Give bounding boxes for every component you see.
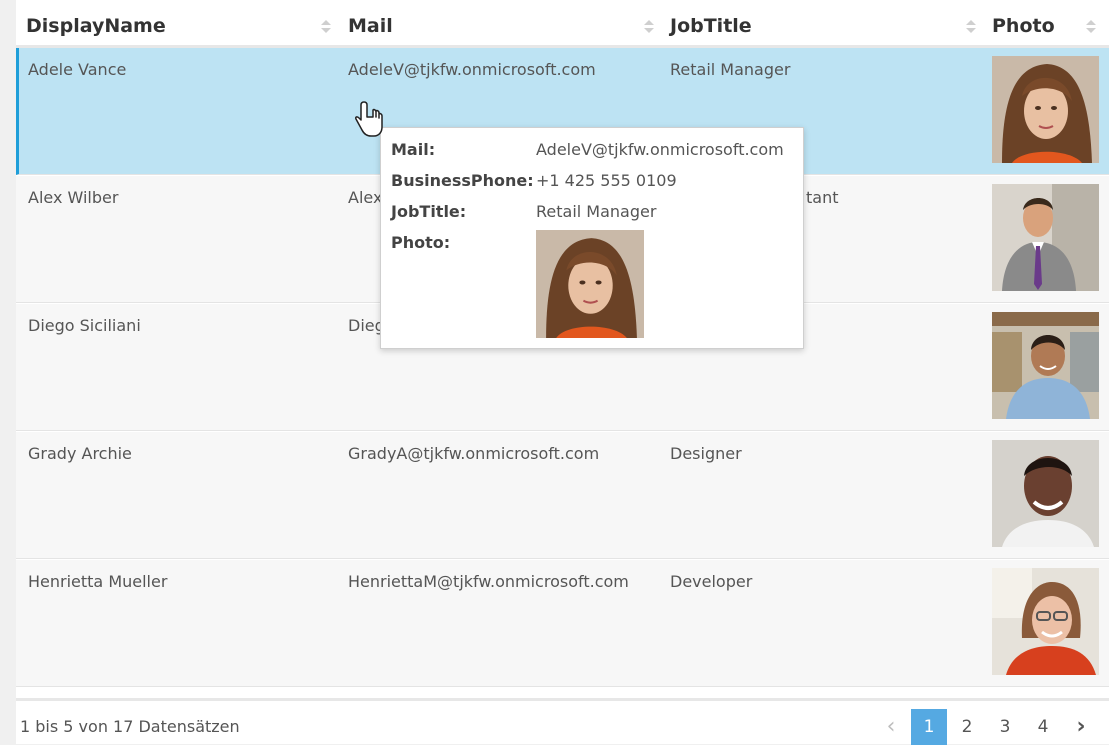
user-photo (992, 312, 1099, 419)
hand-cursor-icon (354, 100, 384, 138)
cell-displayname: Grady Archie (28, 444, 132, 463)
cell-mail: Alex (348, 188, 383, 207)
table-row[interactable]: Henrietta Mueller HenriettaM@tjkfw.onmic… (16, 560, 1109, 687)
cell-displayname: Diego Siciliani (28, 316, 141, 335)
tooltip-jobtitle-label: JobTitle: (391, 202, 467, 221)
page-2-button[interactable]: 2 (949, 709, 985, 745)
user-photo (992, 184, 1099, 291)
tooltip-jobtitle-value: Retail Manager (536, 202, 657, 221)
column-header-displayname[interactable]: DisplayName (16, 4, 336, 48)
column-header-label: Photo (992, 15, 1055, 37)
cell-displayname: Alex Wilber (28, 188, 119, 207)
user-grid: DisplayName Mail JobTitle Photo Adele Va… (16, 0, 1109, 745)
sort-icon[interactable] (321, 20, 331, 34)
cell-displayname: Adele Vance (28, 60, 127, 79)
grid-footer: 1 bis 5 von 17 Datensätzen ‹ 1 2 3 4 › (16, 698, 1109, 745)
user-photo (992, 56, 1099, 163)
chevron-left-icon[interactable]: ‹ (873, 709, 909, 745)
column-header-label: DisplayName (26, 15, 166, 37)
user-photo (992, 440, 1099, 547)
tooltip-photo (536, 230, 644, 338)
page-3-button[interactable]: 3 (987, 709, 1023, 745)
cell-jobtitle: Designer (670, 444, 742, 463)
column-header-photo[interactable]: Photo (982, 4, 1092, 48)
tooltip-mail-value: AdeleV@tjkfw.onmicrosoft.com (536, 140, 784, 159)
cell-mail: AdeleV@tjkfw.onmicrosoft.com (348, 60, 596, 79)
cell-mail: HenriettaM@tjkfw.onmicrosoft.com (348, 572, 629, 591)
chevron-right-icon[interactable]: › (1063, 709, 1099, 745)
column-header-label: Mail (348, 15, 393, 37)
tooltip-phone-value: +1 425 555 0109 (536, 171, 677, 190)
cell-jobtitle: tant (806, 188, 839, 207)
column-header-jobtitle[interactable]: JobTitle (660, 4, 980, 48)
page-4-button[interactable]: 4 (1025, 709, 1061, 745)
table-row[interactable]: Grady Archie GradyA@tjkfw.onmicrosoft.co… (16, 432, 1109, 559)
column-header-label: JobTitle (670, 15, 752, 37)
cell-jobtitle: Retail Manager (670, 60, 791, 79)
sort-icon[interactable] (644, 20, 654, 34)
cell-displayname: Henrietta Mueller (28, 572, 168, 591)
tooltip-phone-label: BusinessPhone: (391, 171, 534, 190)
grid-header: DisplayName Mail JobTitle Photo (16, 4, 1109, 48)
cell-mail: GradyA@tjkfw.onmicrosoft.com (348, 444, 600, 463)
sort-icon[interactable] (1086, 20, 1096, 34)
pagination: ‹ 1 2 3 4 › (873, 709, 1093, 745)
sort-icon[interactable] (966, 20, 976, 34)
page-1-button[interactable]: 1 (911, 709, 947, 745)
record-summary: 1 bis 5 von 17 Datensätzen (20, 717, 240, 736)
column-header-mail[interactable]: Mail (338, 4, 658, 48)
tooltip-photo-label: Photo: (391, 233, 451, 252)
tooltip-mail-label: Mail: (391, 140, 436, 159)
cell-jobtitle: Developer (670, 572, 753, 591)
row-detail-tooltip: Mail: AdeleV@tjkfw.onmicrosoft.com Busin… (380, 127, 804, 349)
user-photo (992, 568, 1099, 675)
